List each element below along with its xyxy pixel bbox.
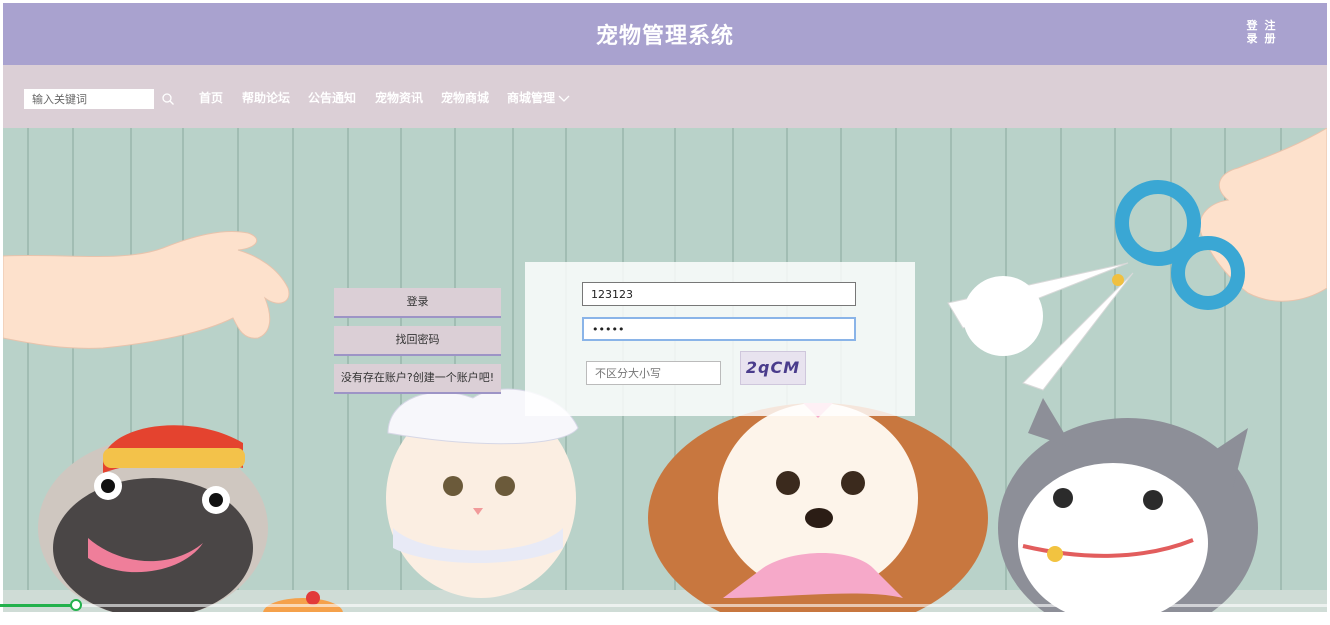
search-icon[interactable] — [161, 92, 175, 106]
login-link-char-2[interactable]: 录 — [1243, 32, 1261, 45]
chevron-down-icon — [558, 95, 570, 102]
login-tab-button[interactable]: 登录 — [334, 288, 501, 318]
register-link-char-1[interactable]: 注 — [1261, 19, 1279, 32]
create-account-button[interactable]: 没有存在账户?创建一个账户吧! — [334, 364, 501, 394]
video-progress-handle[interactable] — [69, 599, 82, 611]
nav-forum[interactable]: 帮助论坛 — [242, 89, 290, 106]
captcha-input[interactable] — [586, 361, 721, 385]
nav-mall-manage-label: 商城管理 — [507, 91, 556, 105]
password-input[interactable] — [582, 317, 856, 341]
auth-links: 登 注 录 册 — [1243, 19, 1283, 45]
register-link-char-2[interactable]: 册 — [1261, 32, 1279, 45]
login-stage: 登录 找回密码 没有存在账户?创建一个账户吧! 2qCM — [3, 128, 1327, 625]
forgot-password-button[interactable]: 找回密码 — [334, 326, 501, 356]
spaniel-illustration — [648, 403, 988, 625]
nav-pet-news[interactable]: 宠物资讯 — [375, 89, 423, 106]
nav-notice[interactable]: 公告通知 — [308, 89, 356, 106]
nav-home[interactable]: 首页 — [199, 89, 223, 106]
video-progress-fill — [0, 604, 76, 607]
video-progress-bar[interactable] — [0, 599, 1330, 611]
search-input[interactable] — [24, 89, 154, 109]
login-panel: 2qCM — [525, 262, 915, 416]
captcha-image[interactable]: 2qCM — [740, 351, 806, 385]
login-link-char-1[interactable]: 登 — [1243, 19, 1261, 32]
page-title: 宠物管理系统 — [595, 24, 734, 49]
nav-mall-manage[interactable]: 商城管理 — [507, 89, 570, 106]
nav-pet-mall[interactable]: 宠物商城 — [441, 89, 489, 106]
header-bar: 宠物管理系统 登 注 录 册 — [3, 3, 1327, 65]
username-input[interactable] — [582, 282, 856, 306]
video-controls-bar — [0, 612, 1330, 625]
nav-bar: 首页 帮助论坛 公告通知 宠物资讯 宠物商城 商城管理 — [3, 65, 1327, 128]
chef-cat-illustration — [386, 388, 579, 598]
